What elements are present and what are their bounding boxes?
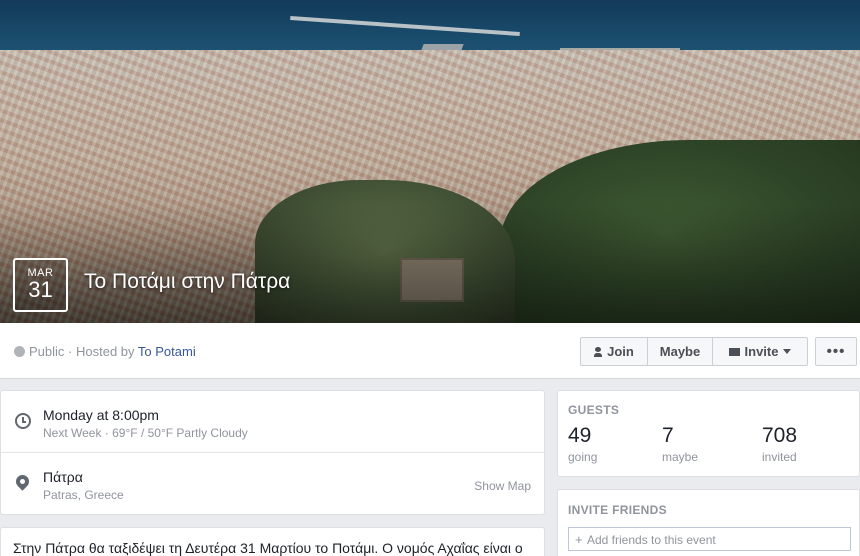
host-link[interactable]: To Potami xyxy=(138,344,196,359)
invite-button[interactable]: Invite xyxy=(713,337,808,366)
show-map-link[interactable]: Show Map xyxy=(474,479,531,493)
event-weather: Next Week · 69°F / 50°F Partly Cloudy xyxy=(43,426,248,440)
guests-title: GUESTS xyxy=(568,403,620,417)
event-details-card: Monday at 8:00pm Next Week · 69°F / 50°F… xyxy=(0,390,545,515)
invited-count: 708 xyxy=(762,424,798,447)
invite-label: Invite xyxy=(744,344,779,359)
guests-card: GUESTS 49 going 7 maybe 708 invited xyxy=(557,390,860,477)
event-cover-photo: MAR 31 Το Ποτάμι στην Πάτρα xyxy=(0,0,860,323)
mail-icon xyxy=(728,347,740,356)
event-title: Το Ποτάμι στην Πάτρα xyxy=(84,270,291,293)
event-location-sub: Patras, Greece xyxy=(43,488,124,502)
person-icon xyxy=(594,346,603,357)
maybe-label: Maybe xyxy=(659,344,701,359)
more-icon: ••• xyxy=(826,343,846,360)
guests-invited[interactable]: 708 invited xyxy=(762,424,797,464)
maybe-label: maybe xyxy=(662,450,699,464)
map-pin-icon xyxy=(13,472,32,491)
guests-going[interactable]: 49 going xyxy=(568,424,597,464)
maybe-button[interactable]: Maybe xyxy=(648,337,713,366)
add-friends-placeholder: Add friends to this event xyxy=(587,533,716,547)
globe-icon xyxy=(14,346,25,357)
event-time: Monday at 8:00pm xyxy=(43,407,159,423)
event-date-badge: MAR 31 xyxy=(13,258,68,312)
event-location-row: Πάτρα Patras, Greece Show Map xyxy=(1,453,544,515)
event-location[interactable]: Πάτρα xyxy=(43,469,83,485)
event-description: Στην Πάτρα θα ταξιδέψει τη Δευτέρα 31 Μα… xyxy=(13,540,523,556)
host-bar: Public · Hosted by To Potami Join Maybe … xyxy=(0,323,860,379)
maybe-count: 7 xyxy=(662,424,674,447)
invite-friends-card: INVITE FRIENDS + Add friends to this eve… xyxy=(557,489,860,556)
event-actions: Join Maybe Invite ••• xyxy=(580,337,857,366)
chevron-down-icon xyxy=(783,349,792,354)
clock-icon xyxy=(15,413,31,429)
invited-label: invited xyxy=(762,450,797,464)
event-description-card: Στην Πάτρα θα ταξιδέψει τη Δευτέρα 31 Μα… xyxy=(0,527,545,556)
privacy-label: Public xyxy=(29,344,65,359)
host-info: Public · Hosted by To Potami xyxy=(14,344,196,359)
join-label: Join xyxy=(607,344,634,359)
invite-friends-title: INVITE FRIENDS xyxy=(568,503,667,517)
event-time-row: Monday at 8:00pm Next Week · 69°F / 50°F… xyxy=(1,391,544,453)
add-friends-input[interactable]: + Add friends to this event xyxy=(568,527,851,551)
event-day: 31 xyxy=(28,277,53,302)
join-button[interactable]: Join xyxy=(580,337,648,366)
more-options-button[interactable]: ••• xyxy=(815,337,857,366)
guests-maybe[interactable]: 7 maybe xyxy=(662,424,698,464)
hosted-by-label: · Hosted by xyxy=(68,344,135,359)
going-count: 49 xyxy=(568,424,592,447)
plus-icon: + xyxy=(575,532,583,547)
going-label: going xyxy=(568,450,598,464)
